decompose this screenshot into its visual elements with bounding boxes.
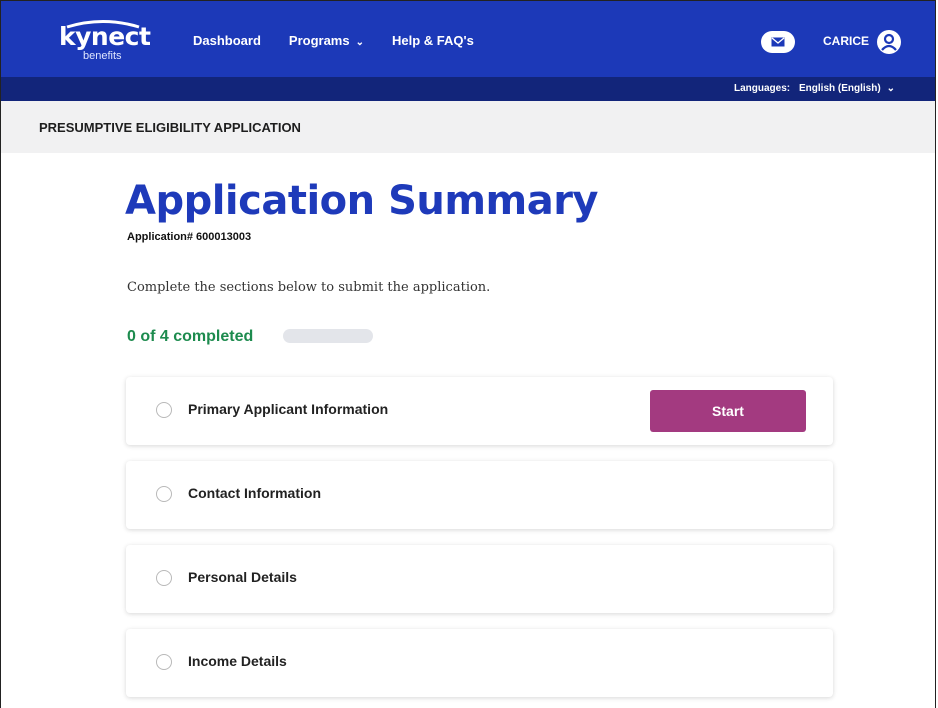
- logo-subtext: benefits: [83, 50, 122, 62]
- section-label: Personal Details: [188, 569, 297, 585]
- section-card-income[interactable]: Income Details: [126, 629, 833, 697]
- chevron-down-icon: ⌄: [355, 37, 364, 48]
- main-nav: Dashboard Programs ⌄ Help & FAQ's: [193, 33, 474, 48]
- page-header: PRESUMPTIVE ELIGIBILITY APPLICATION: [1, 101, 935, 153]
- progress-bar: [283, 329, 373, 343]
- language-bar: Languages: English (English) ⌄: [1, 77, 935, 101]
- instructions-text: Complete the sections below to submit th…: [127, 280, 491, 295]
- logo-text: kynect: [59, 22, 151, 51]
- user-avatar[interactable]: [877, 30, 901, 54]
- nav-dashboard[interactable]: Dashboard: [193, 33, 261, 48]
- language-selector[interactable]: English (English) ⌄: [799, 83, 895, 94]
- top-navigation-bar: kynect benefits Dashboard Programs ⌄ Help…: [1, 1, 935, 77]
- nav-help-faq[interactable]: Help & FAQ's: [392, 33, 474, 48]
- progress-text: 0 of 4 completed: [127, 328, 254, 345]
- user-name[interactable]: CARICE: [823, 34, 869, 48]
- application-number: Application# 600013003: [127, 231, 252, 243]
- user-icon: [881, 33, 897, 51]
- start-button[interactable]: Start: [650, 390, 806, 432]
- language-value: English (English): [799, 83, 881, 94]
- chevron-down-icon: ⌄: [886, 83, 896, 94]
- status-circle-icon: [156, 570, 172, 586]
- envelope-icon: [771, 37, 785, 47]
- section-card-primary-applicant[interactable]: Primary Applicant Information Start: [126, 377, 833, 445]
- section-label: Primary Applicant Information: [188, 401, 389, 417]
- nav-programs-label: Programs: [288, 33, 350, 48]
- status-circle-icon: [156, 486, 172, 502]
- section-card-contact[interactable]: Contact Information: [126, 461, 833, 529]
- nav-programs[interactable]: Programs ⌄: [289, 33, 364, 48]
- mail-button[interactable]: [761, 31, 795, 53]
- page-header-title: PRESUMPTIVE ELIGIBILITY APPLICATION: [39, 120, 301, 135]
- section-label: Income Details: [188, 653, 287, 669]
- status-circle-icon: [156, 402, 172, 418]
- kynect-logo[interactable]: kynect benefits: [55, 15, 151, 63]
- section-label: Contact Information: [188, 485, 321, 501]
- status-circle-icon: [156, 654, 172, 670]
- app-window: kynect benefits Dashboard Programs ⌄ Help…: [0, 0, 936, 708]
- section-card-personal[interactable]: Personal Details: [126, 545, 833, 613]
- languages-label: Languages:: [734, 83, 791, 94]
- page-title: Application Summary: [125, 178, 599, 224]
